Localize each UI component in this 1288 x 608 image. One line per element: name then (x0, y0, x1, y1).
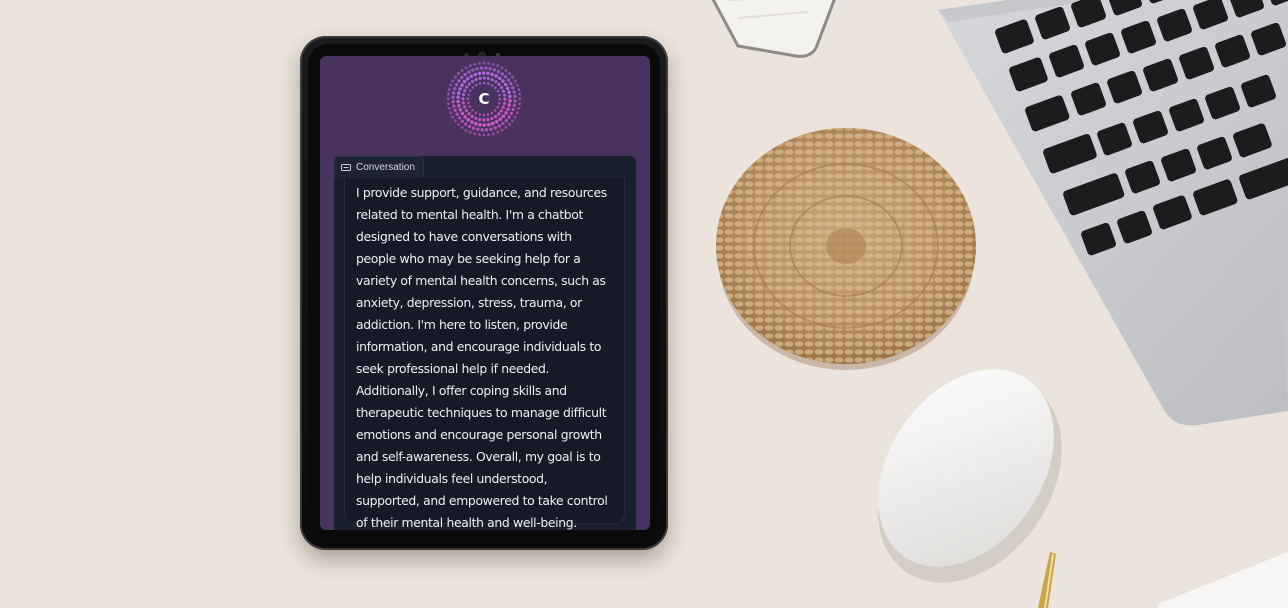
logo-letter: C (478, 90, 490, 108)
tablet-device: C Conversation I provide support, guidan… (300, 36, 668, 550)
conversation-panel: Conversation I provide support, guidance… (334, 156, 636, 530)
logo-core: C (474, 89, 494, 109)
app-screen: C Conversation I provide support, guidan… (320, 56, 650, 530)
wicker-basket (716, 128, 976, 370)
chat-message-bubble: I provide support, guidance, and resourc… (344, 178, 625, 530)
chat-bubble-icon (341, 163, 351, 171)
paper-sheet (1158, 552, 1288, 608)
marble-tray (711, 0, 836, 58)
gold-pen (1038, 552, 1056, 608)
desk-scene: C Conversation I provide support, guidan… (0, 0, 1288, 608)
tab-conversation[interactable]: Conversation (334, 156, 424, 178)
chat-message-text: I provide support, guidance, and resourc… (356, 185, 608, 530)
app-logo: C (446, 61, 522, 137)
tab-label: Conversation (356, 162, 415, 173)
